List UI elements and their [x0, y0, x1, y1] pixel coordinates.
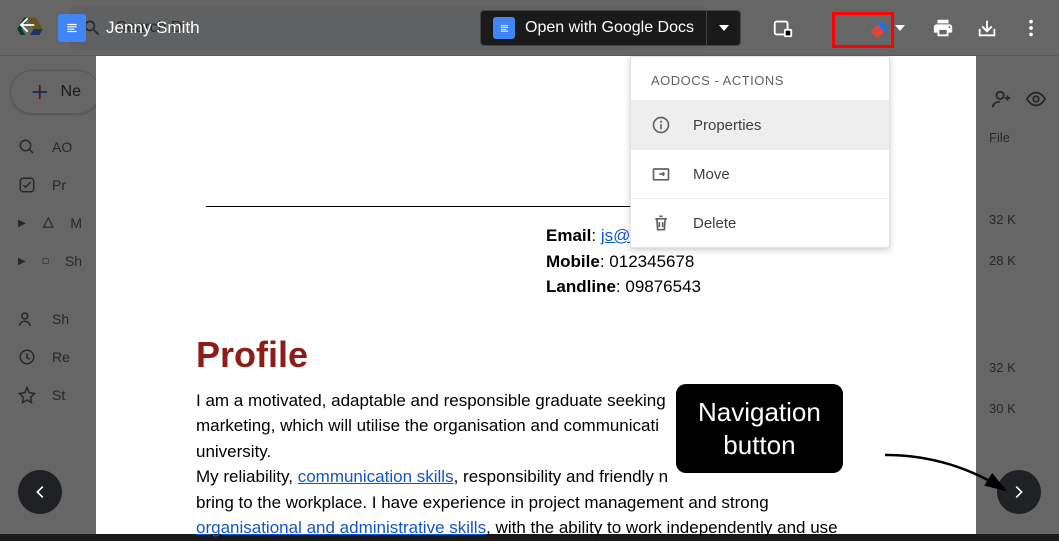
document-title: Jenny Smith	[106, 18, 200, 38]
chevron-down-icon	[719, 23, 729, 33]
landline-label: Landline	[546, 277, 616, 296]
email-label: Email	[546, 226, 591, 245]
aodocs-actions-button[interactable]	[865, 16, 911, 40]
chevron-left-icon	[31, 483, 49, 501]
annotation-arrow-icon	[880, 450, 1020, 500]
menu-item-label: Move	[693, 166, 730, 183]
menu-item-label: Delete	[693, 215, 736, 232]
annotation-line2: button	[698, 429, 821, 462]
annotation-tooltip: Navigation button	[676, 384, 843, 473]
landline-value: 09876543	[625, 277, 701, 296]
annotation-line1: Navigation	[698, 396, 821, 429]
aodocs-logo-icon	[867, 14, 895, 42]
prev-button[interactable]	[18, 470, 62, 514]
aodocs-menu-header: AODOCS - ACTIONS	[631, 57, 889, 100]
aodocs-menu-move[interactable]: Move	[631, 149, 889, 198]
print-icon[interactable]	[931, 16, 955, 40]
aodocs-actions-menu: AODOCS - ACTIONS Properties Move Delete	[630, 56, 890, 248]
open-with-label: Open with Google Docs	[525, 19, 694, 37]
download-icon[interactable]	[975, 16, 999, 40]
trash-icon	[651, 213, 671, 233]
aodocs-menu-delete[interactable]: Delete	[631, 198, 889, 247]
preview-header: Jenny Smith Open with Google Docs	[0, 0, 1059, 56]
link-organisational-skills[interactable]: organisational and administrative skills	[196, 518, 486, 537]
more-icon[interactable]	[1019, 16, 1043, 40]
back-arrow-icon[interactable]	[16, 14, 38, 42]
mobile-value: 012345678	[609, 252, 694, 271]
info-icon	[651, 115, 671, 135]
open-with-button[interactable]: Open with Google Docs	[480, 10, 741, 46]
chevron-down-icon	[895, 23, 905, 33]
move-icon	[651, 164, 671, 184]
open-with-caret[interactable]	[706, 11, 740, 45]
aodocs-menu-properties[interactable]: Properties	[631, 100, 889, 149]
mobile-label: Mobile	[546, 252, 600, 271]
google-docs-icon	[58, 14, 86, 42]
profile-heading: Profile	[196, 328, 876, 382]
google-docs-icon	[493, 17, 515, 39]
open-external-icon[interactable]	[771, 16, 795, 40]
link-communication-skills[interactable]: communication skills	[298, 467, 454, 486]
menu-item-label: Properties	[693, 117, 761, 134]
